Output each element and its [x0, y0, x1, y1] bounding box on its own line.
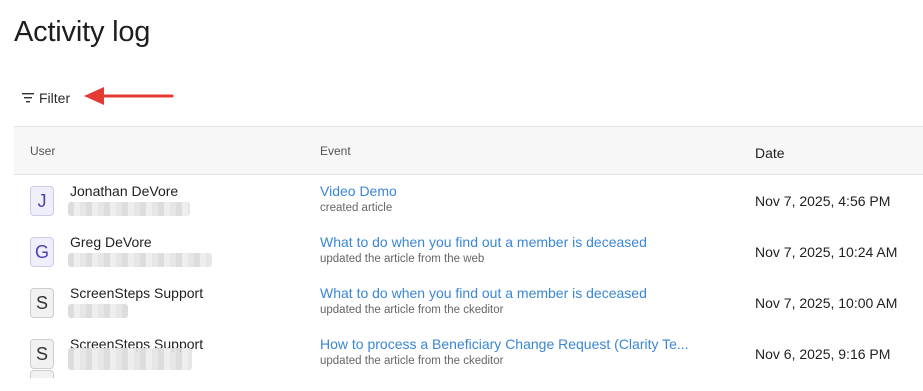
table-row: S ScreenSteps Support What to do when yo…: [14, 277, 923, 328]
avatar: G: [30, 237, 54, 267]
avatar: S: [30, 288, 54, 318]
event-description: created article: [320, 202, 393, 214]
event-date: Nov 7, 2025, 4:56 PM: [755, 193, 891, 209]
filter-icon: [22, 93, 34, 103]
table-row: G Greg DeVore What to do when you find o…: [14, 226, 923, 277]
activity-table: User Event Date J Jonathan DeVore Video …: [14, 126, 923, 379]
event-description: updated the article from the web: [320, 253, 485, 265]
event-link[interactable]: How to process a Beneficiary Change Requ…: [320, 336, 689, 352]
event-date: Nov 6, 2025, 9:16 PM: [755, 346, 891, 362]
user-name: ScreenSteps Support: [70, 285, 204, 301]
event-description: updated the article from the ckeditor: [320, 355, 504, 367]
event-link[interactable]: What to do when you find out a member is…: [320, 234, 647, 250]
event-link[interactable]: What to do when you find out a member is…: [320, 285, 647, 301]
table-header: User Event Date: [14, 126, 923, 175]
filter-button[interactable]: Filter: [22, 88, 70, 108]
column-header-event[interactable]: Event: [320, 144, 351, 158]
user-name: Jonathan DeVore: [70, 183, 179, 199]
event-date: Nov 7, 2025, 10:24 AM: [755, 244, 898, 260]
avatar: S: [30, 339, 54, 369]
page-title: Activity log: [14, 16, 151, 48]
redacted-email: [68, 253, 212, 267]
avatar: J: [30, 186, 54, 216]
annotation-arrow-icon: [84, 87, 174, 105]
column-header-date[interactable]: Date: [755, 145, 785, 161]
redacted-email: [68, 304, 128, 318]
avatar: [30, 370, 54, 378]
table-row: S ScreenSteps Support How to process a B…: [14, 328, 923, 379]
filter-label: Filter: [39, 90, 71, 106]
redacted-email: [68, 348, 192, 370]
user-name: Greg DeVore: [70, 234, 152, 250]
event-description: updated the article from the ckeditor: [320, 304, 504, 316]
event-date: Nov 7, 2025, 10:00 AM: [755, 295, 898, 311]
column-header-user[interactable]: User: [30, 144, 55, 158]
redacted-email: [68, 202, 190, 216]
event-link[interactable]: Video Demo: [320, 183, 397, 199]
table-row: J Jonathan DeVore Video Demo created art…: [14, 175, 923, 226]
